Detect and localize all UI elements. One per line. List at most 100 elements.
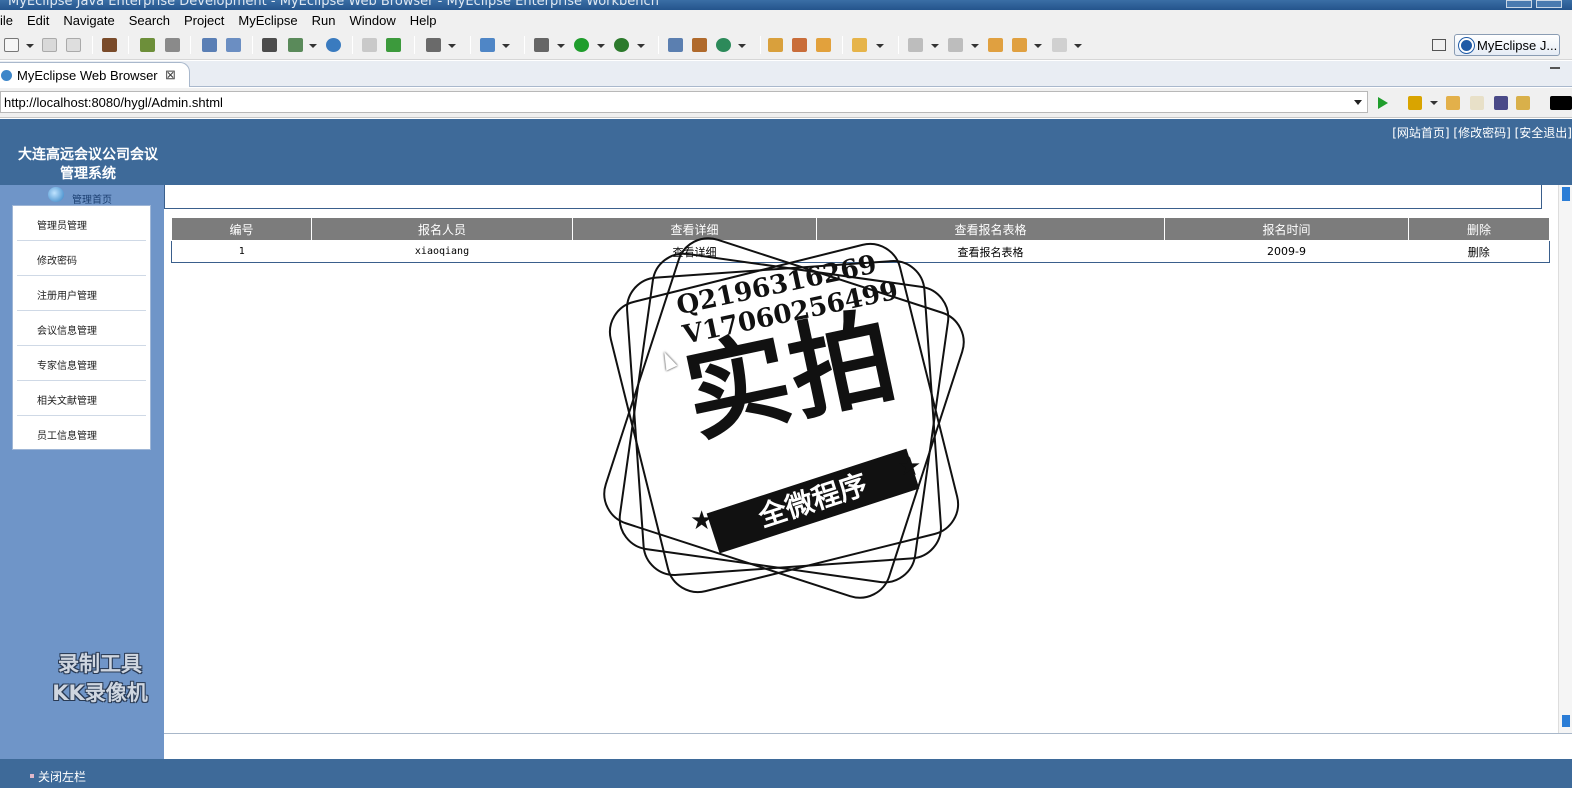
server-icon[interactable] (165, 38, 180, 52)
forward-dropdown-icon[interactable] (1074, 44, 1082, 48)
toolbar-separator (760, 36, 761, 54)
url-input[interactable]: http://localhost:8080/hygl/Admin.shtml (0, 91, 1368, 113)
column-header-form: 查看报名表格 (816, 217, 1165, 241)
cell-registrant: xiaoqiang (414, 246, 470, 257)
previous-annotation-dropdown-icon[interactable] (971, 44, 979, 48)
menu-window[interactable]: Window (343, 13, 403, 28)
favorites-dropdown-icon[interactable] (1430, 101, 1438, 105)
sidebar-item-admin-management[interactable]: 管理员管理 (17, 206, 146, 241)
scroll-up-marker[interactable] (1562, 187, 1570, 201)
browser-stop-icon[interactable] (1494, 96, 1508, 110)
deploy-icon[interactable] (202, 38, 217, 52)
perspective-switcher[interactable]: MyEclipse J... (1454, 34, 1560, 56)
open-perspective-icon[interactable] (1432, 39, 1446, 51)
toolbar-separator (470, 36, 471, 54)
save-icon[interactable] (42, 38, 57, 52)
menu-help[interactable]: Help (403, 13, 444, 28)
delete-link[interactable]: 删除 (1409, 241, 1550, 263)
back-arrow-icon[interactable] (1012, 38, 1027, 52)
camera-icon[interactable] (426, 38, 441, 52)
sidebar-item-registered-users[interactable]: 注册用户管理 (17, 276, 146, 311)
new-class-dropdown-icon[interactable] (738, 44, 746, 48)
menu-search[interactable]: Search (122, 13, 177, 28)
search-folder-icon[interactable] (852, 38, 867, 52)
clipboard-icon[interactable] (362, 38, 377, 52)
run-icon[interactable] (574, 38, 589, 52)
camera-dropdown-icon[interactable] (448, 44, 456, 48)
perspective-label: MyEclipse J... (1477, 38, 1558, 53)
redeploy-icon[interactable] (226, 38, 241, 52)
minimize-view-icon[interactable] (1550, 67, 1560, 69)
minimize-button[interactable] (1506, 0, 1532, 8)
open-resource-icon[interactable] (816, 38, 831, 52)
new-java-project-icon[interactable] (668, 38, 683, 52)
search-dropdown-icon[interactable] (876, 44, 884, 48)
new-package-icon[interactable] (692, 38, 707, 52)
run-server-dropdown-icon[interactable] (309, 44, 317, 48)
sidebar-item-expert-info[interactable]: 专家信息管理 (17, 346, 146, 381)
cell-time: 2009-9 (1267, 245, 1306, 258)
app-footer: 关闭左栏 (0, 759, 1572, 788)
menu-project[interactable]: Project (177, 13, 231, 28)
system-title: 大连高远会议公司会议 管理系统 (18, 147, 158, 182)
add-icon[interactable] (386, 38, 401, 52)
forward-arrow-icon[interactable] (1052, 38, 1067, 52)
link-logout[interactable]: [安全退出] (1515, 126, 1572, 140)
next-annotation-icon[interactable] (908, 38, 923, 52)
back-dropdown-icon[interactable] (1034, 44, 1042, 48)
browser-extra-icon[interactable] (1550, 96, 1572, 110)
menu-file[interactable]: ile (0, 13, 20, 28)
vertical-scrollbar[interactable] (1558, 185, 1572, 733)
browser-globe-icon[interactable] (326, 38, 341, 52)
new-wizard-dropdown-icon[interactable] (502, 44, 510, 48)
menu-navigate[interactable]: Navigate (56, 13, 121, 28)
open-type-icon[interactable] (262, 38, 277, 52)
new-wizard-icon[interactable] (480, 38, 495, 52)
sidebar-item-change-password[interactable]: 修改密码 (17, 241, 146, 276)
next-annotation-dropdown-icon[interactable] (931, 44, 939, 48)
close-sidebar-link[interactable]: 关闭左栏 (38, 768, 86, 785)
view-form-link[interactable]: 查看报名表格 (817, 241, 1165, 263)
scroll-down-marker[interactable] (1562, 715, 1570, 727)
link-change-password[interactable]: [修改密码] (1453, 126, 1510, 140)
tab-web-browser[interactable]: MyEclipse Web Browser ⊠ (0, 62, 190, 87)
last-edit-icon[interactable] (988, 38, 1003, 52)
new-icon[interactable] (4, 38, 19, 52)
pencil-icon[interactable] (792, 38, 807, 52)
sidebar-item-staff-info[interactable]: 员工信息管理 (17, 416, 146, 451)
menu-myeclipse[interactable]: MyEclipse (231, 13, 304, 28)
sidebar-menu: 管理员管理 修改密码 注册用户管理 会议信息管理 专家信息管理 相关文献管理 员… (12, 205, 151, 450)
browser-forward-icon[interactable] (1470, 96, 1484, 110)
debug-icon[interactable] (534, 38, 549, 52)
sidebar: 管理首页 管理员管理 修改密码 注册用户管理 会议信息管理 专家信息管理 相关文… (0, 185, 164, 759)
debug-dropdown-icon[interactable] (557, 44, 565, 48)
url-history-dropdown-icon[interactable] (1354, 100, 1362, 105)
new-dropdown-icon[interactable] (26, 44, 34, 48)
favorites-icon[interactable] (1408, 96, 1422, 110)
toolbar-separator (252, 36, 253, 54)
browser-back-icon[interactable] (1446, 96, 1460, 110)
maximize-button[interactable] (1536, 0, 1562, 8)
close-tab-icon[interactable]: ⊠ (165, 67, 176, 83)
run-dropdown-icon[interactable] (597, 44, 605, 48)
menu-run[interactable]: Run (305, 13, 343, 28)
previous-annotation-icon[interactable] (948, 38, 963, 52)
save-all-icon[interactable] (66, 38, 81, 52)
table-header-row: 编号 报名人员 查看详细 查看报名表格 报名时间 删除 (171, 217, 1550, 241)
package-icon[interactable] (102, 38, 117, 52)
menu-edit[interactable]: Edit (20, 13, 56, 28)
link-site-home[interactable]: [网站首页] (1392, 126, 1449, 140)
column-header-delete: 删除 (1408, 217, 1550, 241)
external-tools-icon[interactable] (614, 38, 629, 52)
open-folder-icon[interactable] (768, 38, 783, 52)
new-class-icon[interactable] (716, 38, 731, 52)
run-server-icon[interactable] (288, 38, 303, 52)
sidebar-item-meeting-info[interactable]: 会议信息管理 (17, 311, 146, 346)
external-tools-dropdown-icon[interactable] (637, 44, 645, 48)
browser-address-bar: http://localhost:8080/hygl/Admin.shtml (0, 88, 1572, 118)
browser-refresh-icon[interactable] (1516, 96, 1530, 110)
sidebar-item-literature[interactable]: 相关文献管理 (17, 381, 146, 416)
view-details-link[interactable]: 查看详细 (573, 241, 817, 263)
debug-bug-icon[interactable] (140, 38, 155, 52)
go-icon[interactable] (1378, 97, 1388, 109)
